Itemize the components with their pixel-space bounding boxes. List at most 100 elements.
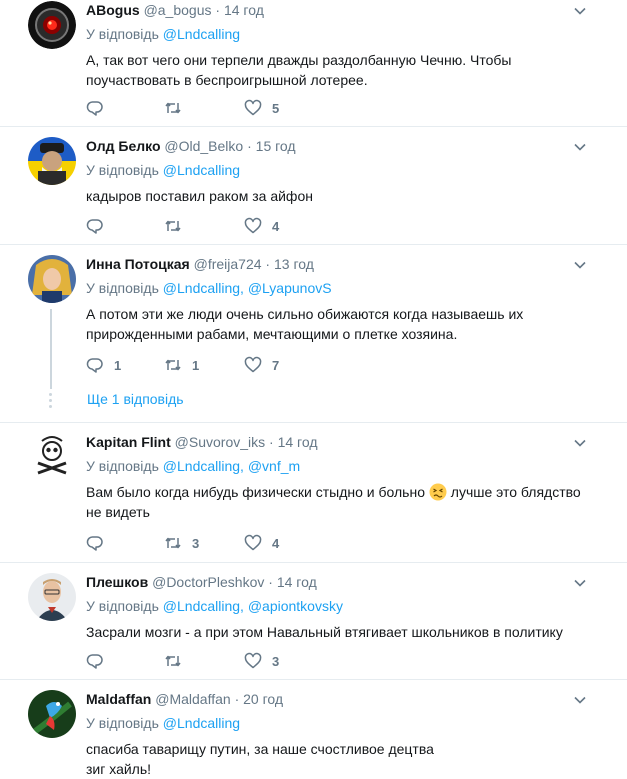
reply-context: У відповідь @Lndcalling	[86, 714, 597, 732]
chevron-down-icon[interactable]	[573, 436, 587, 450]
display-name[interactable]: Инна Потоцкая	[86, 256, 190, 272]
tweet-text: Вам было когда нибудь физически стыдно и…	[86, 482, 586, 522]
like-button[interactable]: 7	[244, 355, 279, 375]
retweet-count: 3	[192, 535, 200, 551]
tweet-actions: 4	[86, 216, 346, 236]
retweet-count: 1	[192, 357, 200, 373]
like-count: 4	[272, 535, 280, 551]
retweet-icon	[165, 102, 181, 114]
reply-icon	[86, 101, 103, 116]
display-name[interactable]: Плешков	[86, 574, 148, 590]
retweet-icon	[165, 655, 181, 667]
username[interactable]: @freija724	[194, 256, 262, 272]
retweet-button[interactable]	[164, 216, 192, 236]
avatar[interactable]	[28, 255, 76, 303]
chevron-down-icon[interactable]	[573, 693, 587, 707]
reply-context: У відповідь @Lndcalling	[86, 161, 597, 179]
reply-mention[interactable]: @Lndcalling	[163, 26, 240, 42]
tweet-text-line: зиг хайль!	[86, 761, 152, 777]
username[interactable]: @Suvorov_iks	[175, 434, 265, 450]
reply-button[interactable]	[86, 216, 114, 236]
chevron-down-icon[interactable]	[573, 258, 587, 272]
timestamp[interactable]: 13 год	[274, 256, 314, 272]
reply-button[interactable]: 1	[86, 355, 121, 375]
avatar[interactable]	[28, 137, 76, 185]
reply-icon	[86, 219, 103, 234]
tweet-header: Плешков @DoctorPleshkov · 14 год	[86, 573, 597, 591]
reply-mention[interactable]: @vnf_m	[248, 458, 300, 474]
retweet-button[interactable]	[164, 98, 192, 118]
retweet-button[interactable]	[164, 651, 192, 671]
timestamp[interactable]: 20 год	[243, 691, 283, 707]
username[interactable]: @Maldaffan	[155, 691, 230, 707]
separator: ·	[268, 574, 273, 590]
reply-prefix: У відповідь	[86, 458, 159, 474]
reply-count: 1	[114, 357, 122, 373]
reply-icon	[86, 536, 103, 551]
reply-icon	[86, 654, 103, 669]
reply-mention[interactable]: @apiontkovsky	[248, 598, 343, 614]
chevron-down-icon[interactable]	[573, 140, 587, 154]
mention-separator: ,	[240, 280, 244, 296]
reply-mention[interactable]: @Lndcalling	[163, 598, 240, 614]
tweet-actions: 5	[86, 98, 346, 118]
reply-button[interactable]	[86, 98, 114, 118]
reply-mention[interactable]: @Lndcalling	[163, 162, 240, 178]
like-count: 7	[272, 357, 280, 373]
like-button[interactable]: 4	[244, 216, 279, 236]
chevron-down-icon[interactable]	[573, 4, 587, 18]
timestamp[interactable]: 14 год	[278, 434, 318, 450]
chevron-down-icon[interactable]	[573, 576, 587, 590]
avatar[interactable]	[28, 690, 76, 738]
retweet-icon	[165, 537, 181, 549]
show-more-replies-link[interactable]: Ще 1 відповідь	[87, 391, 184, 407]
reply-mention[interactable]: @Lndcalling	[163, 458, 240, 474]
reply-context: У відповідь @Lndcalling	[86, 25, 597, 43]
tweet[interactable]: Плешков @DoctorPleshkov · 14 год У відпо…	[0, 563, 627, 680]
heart-icon	[244, 99, 262, 116]
like-count: 5	[272, 100, 280, 116]
tweet[interactable]: Олд Белко @Old_Belko · 15 год У відповід…	[0, 127, 627, 245]
display-name[interactable]: ABogus	[86, 2, 140, 18]
username[interactable]: @a_bogus	[144, 2, 212, 18]
reply-prefix: У відповідь	[86, 715, 159, 731]
retweet-button[interactable]: 1	[164, 355, 199, 375]
display-name[interactable]: Kapitan Flint	[86, 434, 171, 450]
tweet-header: Maldaffan @Maldaffan · 20 год	[86, 690, 597, 708]
retweet-button[interactable]: 3	[164, 533, 199, 553]
avatar[interactable]	[28, 1, 76, 49]
tweet-text: А, так вот чего они терпели дважды раздо…	[86, 52, 512, 88]
thread-dots	[49, 393, 53, 411]
username[interactable]: @DoctorPleshkov	[152, 574, 264, 590]
reply-button[interactable]	[86, 651, 114, 671]
tweet-text: Засрали мозги - а при этом Навальный втя…	[86, 624, 563, 640]
reply-context: У відповідь @Lndcalling, @LyapunovS	[86, 279, 597, 297]
mention-separator: ,	[240, 598, 244, 614]
reply-mention[interactable]: @Lndcalling	[163, 280, 240, 296]
like-button[interactable]: 5	[244, 98, 279, 118]
display-name[interactable]: Олд Белко	[86, 138, 161, 154]
thread-line	[50, 309, 52, 389]
tweet[interactable]: Maldaffan @Maldaffan · 20 год У відповід…	[0, 680, 627, 777]
tweet[interactable]: Инна Потоцкая @freija724 · 13 год У відп…	[0, 245, 627, 423]
reply-mention[interactable]: @Lndcalling	[163, 715, 240, 731]
like-button[interactable]: 3	[244, 651, 279, 671]
display-name[interactable]: Maldaffan	[86, 691, 151, 707]
tweet-text: А потом эти же люди очень сильно обижают…	[86, 306, 524, 342]
avatar[interactable]	[28, 433, 76, 481]
timestamp[interactable]: 14 год	[277, 574, 317, 590]
tweet-feed: ABogus @a_bogus · 14 год У відповідь @Ln…	[0, 0, 627, 777]
timestamp[interactable]: 14 год	[224, 2, 264, 18]
tweet[interactable]: ABogus @a_bogus · 14 год У відповідь @Ln…	[0, 0, 627, 127]
tweet[interactable]: Kapitan Flint @Suvorov_iks · 14 год У ві…	[0, 423, 627, 563]
reply-mention[interactable]: @LyapunovS	[248, 280, 332, 296]
timestamp[interactable]: 15 год	[256, 138, 296, 154]
heart-icon	[244, 217, 262, 234]
tweet-actions: 3	[86, 651, 346, 671]
tweet-header: Kapitan Flint @Suvorov_iks · 14 год	[86, 433, 597, 451]
like-button[interactable]: 4	[244, 533, 279, 553]
reply-button[interactable]	[86, 533, 114, 553]
reply-prefix: У відповідь	[86, 280, 159, 296]
avatar[interactable]	[28, 573, 76, 621]
username[interactable]: @Old_Belko	[164, 138, 243, 154]
